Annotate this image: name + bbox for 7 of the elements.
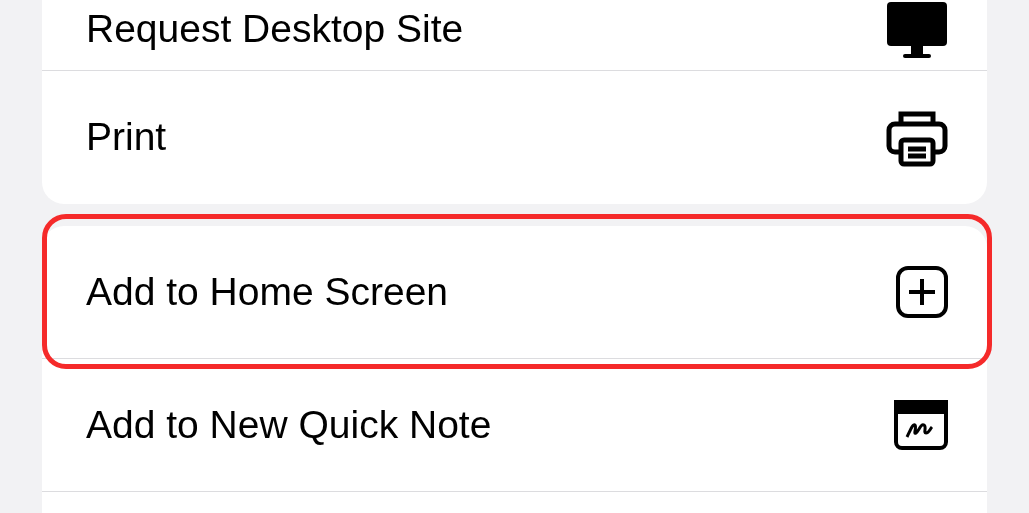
desktop-icon: [885, 0, 949, 60]
menu-item[interactable]: Request Desktop Site: [42, 0, 987, 71]
add-icon: [895, 265, 949, 319]
menu-item[interactable]: Print: [42, 71, 987, 204]
quick-note-icon: [893, 399, 949, 451]
menu-item[interactable]: Add to Home Screen: [42, 226, 987, 359]
menu-item[interactable]: Add to New Quick Note: [42, 359, 987, 492]
